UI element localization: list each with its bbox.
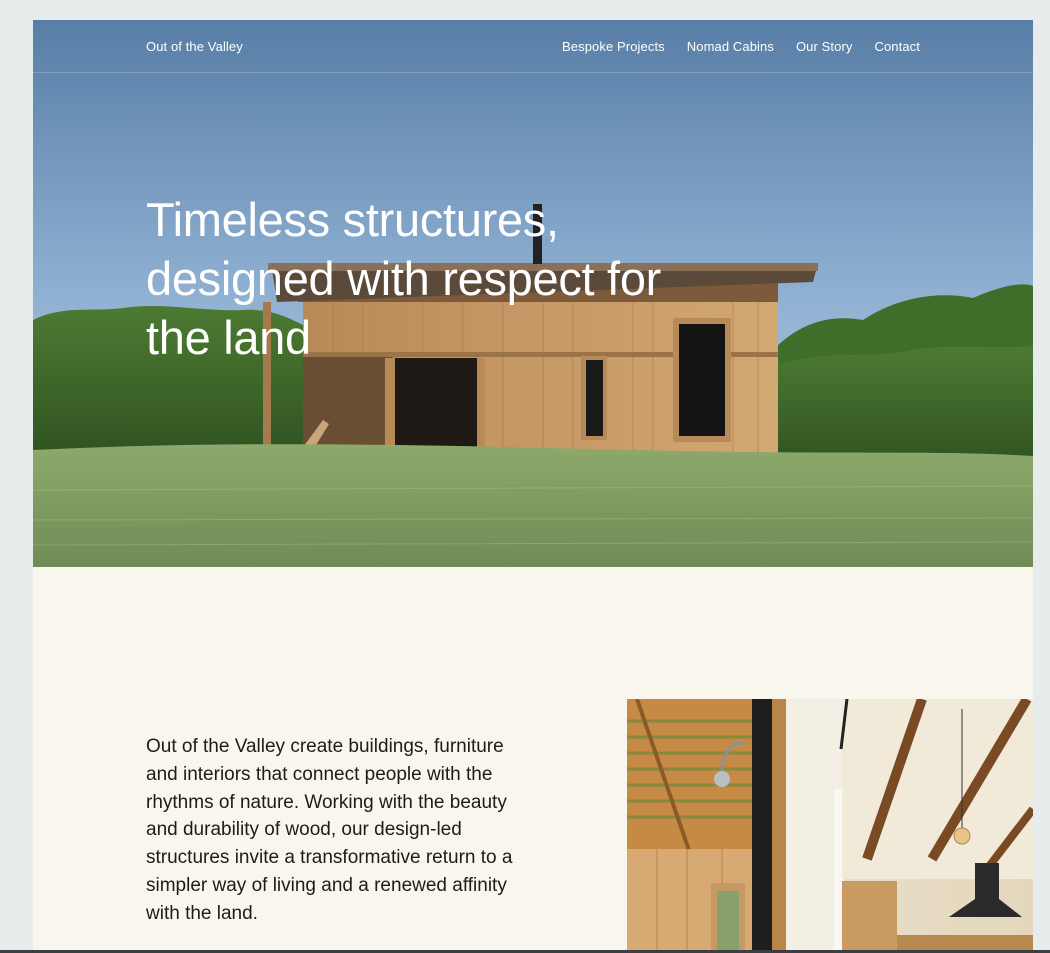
hero-headline: Timeless structures, designed with respe… bbox=[146, 193, 662, 364]
brand-logo-link[interactable]: Out of the Valley bbox=[146, 39, 243, 54]
nav-our-story[interactable]: Our Story bbox=[796, 39, 853, 54]
nav-bespoke-projects[interactable]: Bespoke Projects bbox=[562, 39, 665, 54]
intro-paragraph: Out of the Valley create buildings, furn… bbox=[146, 736, 513, 924]
page: Out of the Valley Bespoke Projects Nomad… bbox=[33, 20, 1033, 953]
nav-contact[interactable]: Contact bbox=[874, 39, 920, 54]
interior-image bbox=[627, 699, 1033, 953]
hero-section: Out of the Valley Bespoke Projects Nomad… bbox=[33, 20, 1033, 567]
top-navigation: Out of the Valley Bespoke Projects Nomad… bbox=[33, 20, 1033, 73]
interior-photo bbox=[627, 699, 1033, 953]
nav-nomad-cabins[interactable]: Nomad Cabins bbox=[687, 39, 774, 54]
main-menu: Bespoke Projects Nomad Cabins Our Story … bbox=[562, 39, 920, 54]
